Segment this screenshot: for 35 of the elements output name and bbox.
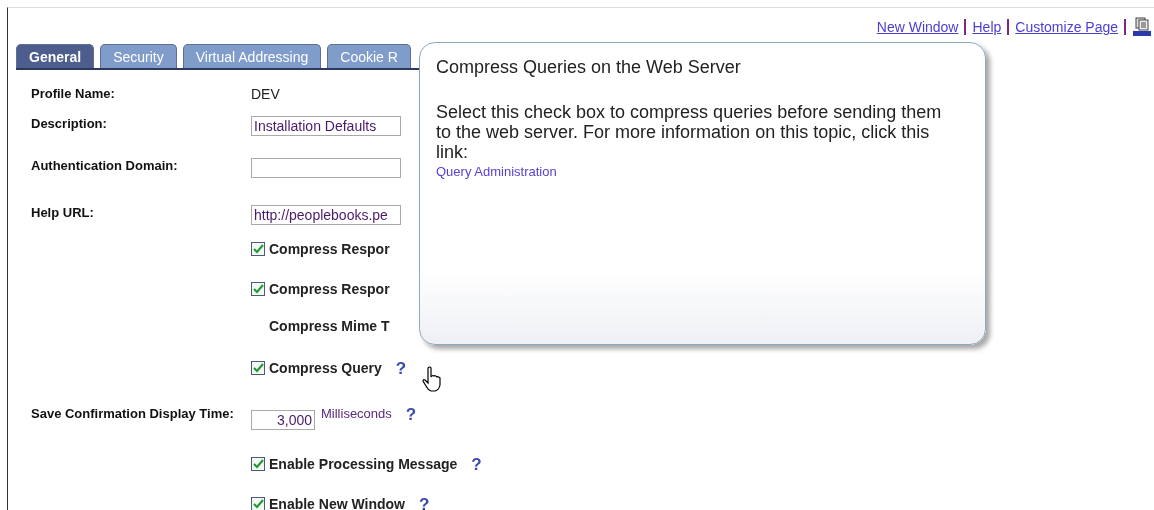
header-link[interactable]: New Window — [870, 19, 965, 35]
checkbox[interactable] — [251, 457, 265, 471]
checkbox[interactable] — [251, 282, 265, 296]
header-link[interactable]: Help — [966, 19, 1008, 35]
input-field[interactable] — [251, 158, 401, 178]
field-label: Save Confirmation Display Time: — [31, 406, 234, 421]
help-link[interactable]: ? — [395, 360, 407, 377]
http-page-icon[interactable] — [1132, 17, 1152, 37]
checkbox-label: Compress Query — [269, 360, 382, 376]
checkbox-label: Compress Respor — [269, 241, 390, 257]
help-link[interactable]: ? — [405, 406, 417, 423]
input-field[interactable]: http://peoplebooks.pe — [251, 205, 401, 225]
tab[interactable]: General — [16, 44, 95, 68]
help-link[interactable]: ? — [419, 496, 430, 510]
field-label: Help URL: — [31, 205, 94, 220]
input-field[interactable]: Installation Defaults — [251, 116, 401, 136]
popup-text: Select this check box to compress queries before sending them to the web server. For more information on this topic, click this link: — [436, 102, 943, 162]
field-label: Authentication Domain: — [31, 158, 178, 173]
field-label: Compress Mime T — [269, 318, 390, 334]
checkbox-label: Enable Processing Message — [269, 456, 458, 472]
checkbox[interactable] — [251, 497, 265, 510]
popup-title: Compress Queries on the Web Server — [436, 57, 742, 78]
checkbox[interactable] — [251, 361, 265, 375]
help-link[interactable]: ? — [471, 456, 482, 473]
hand-cursor-icon — [422, 366, 444, 392]
input-field[interactable]: 3,000 — [251, 410, 315, 430]
field-label: Profile Name: — [31, 86, 115, 101]
unit-label: Milliseconds — [321, 406, 392, 421]
checkbox-label: Compress Respor — [269, 281, 390, 297]
header-link[interactable]: Customize Page — [1009, 19, 1124, 35]
checkbox[interactable] — [251, 242, 265, 256]
checkbox-label: Enable New Window — [269, 496, 405, 510]
help-topic-link[interactable]: Query Administration — [436, 164, 969, 179]
field-value: DEV — [251, 86, 280, 102]
field-label: Description: — [31, 116, 107, 131]
